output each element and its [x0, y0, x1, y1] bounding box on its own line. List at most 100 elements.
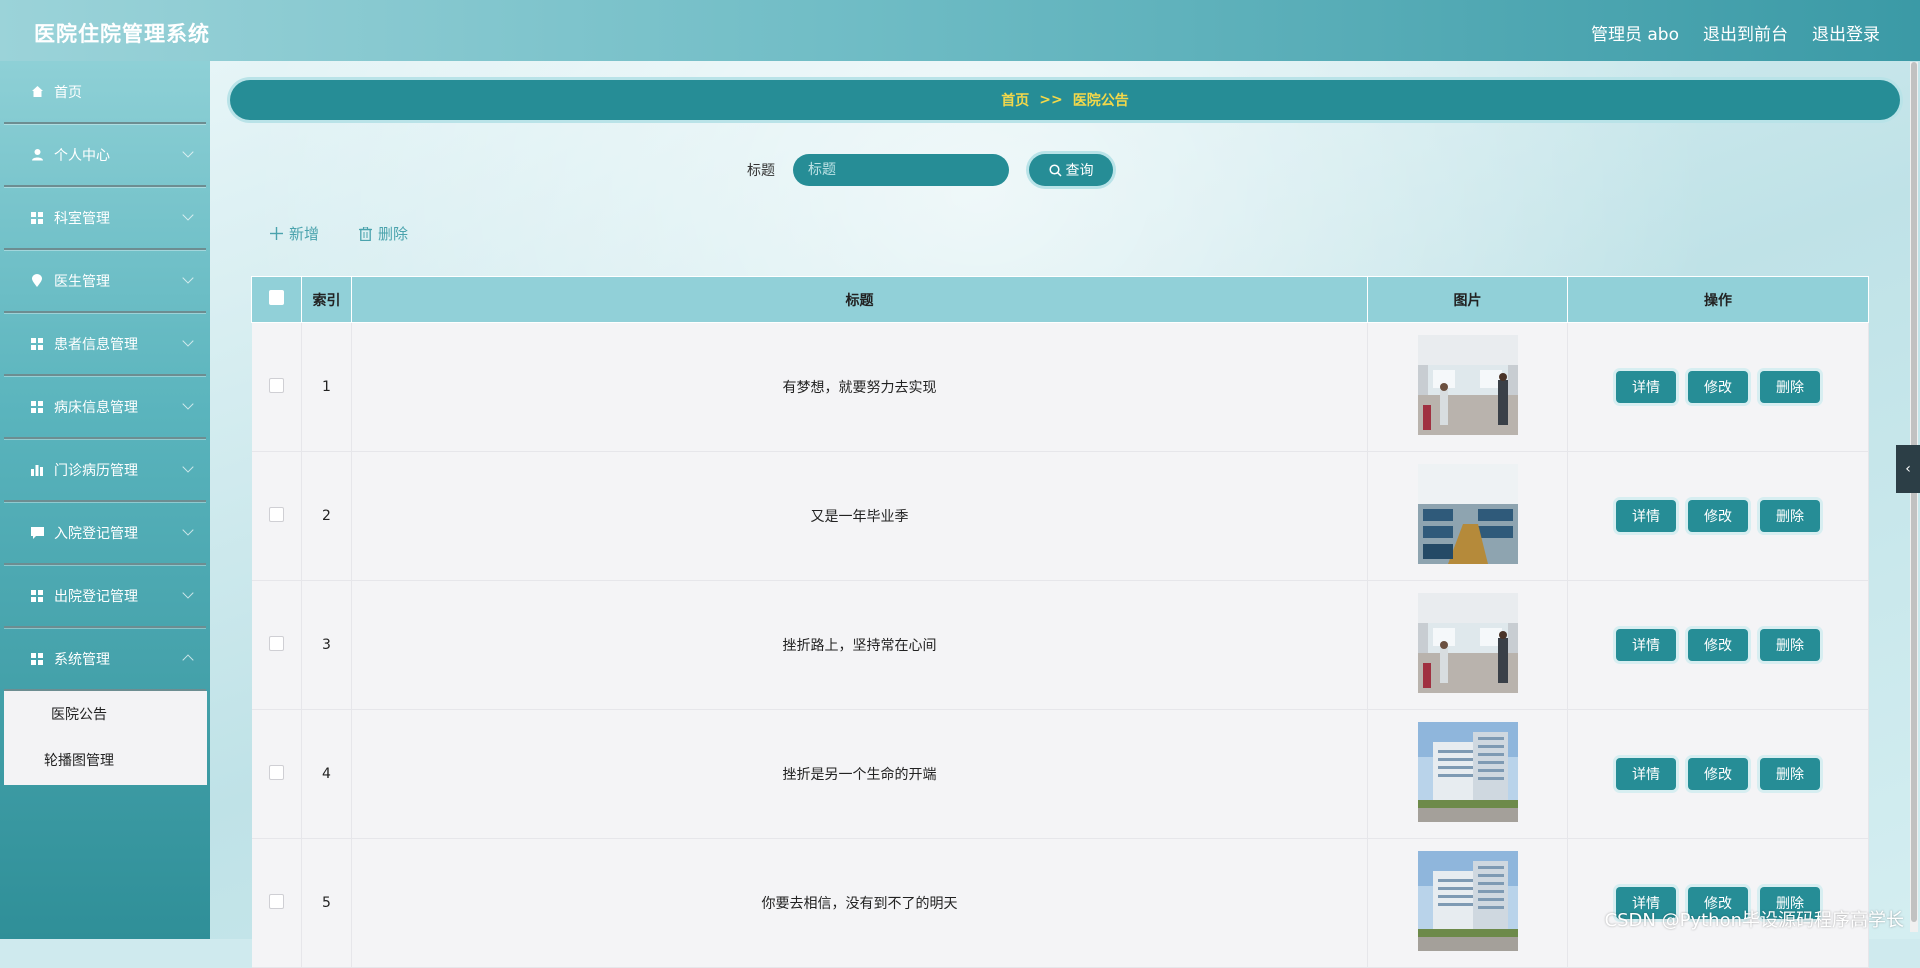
row-thumbnail-image[interactable]	[1369, 722, 1566, 826]
column-header-index[interactable]: 索引	[301, 276, 352, 323]
query-button-label: 查询	[1065, 162, 1094, 178]
edit-button[interactable]: 修改	[1688, 629, 1748, 661]
grid-icon	[30, 337, 44, 351]
delete-button[interactable]: 删除	[1760, 758, 1820, 790]
row-title: 挫折是另一个生命的开端	[351, 709, 1368, 839]
sidebar-item-bed[interactable]: 病床信息管理	[4, 376, 206, 439]
main-content: 首页 >> 医院公告 标题 查询 新增 删除 索引 标题 图片 操作	[210, 61, 1920, 968]
row-checkbox[interactable]	[268, 764, 284, 780]
row-index: 5	[301, 838, 352, 968]
home-icon	[30, 85, 44, 99]
delete-button[interactable]: 删除	[1760, 629, 1820, 661]
sidebar-item-admission[interactable]: 入院登记管理	[4, 502, 206, 565]
edit-button[interactable]: 修改	[1688, 371, 1748, 403]
search-bar: 标题 查询	[210, 154, 1650, 186]
detail-button[interactable]: 详情	[1616, 500, 1676, 532]
table-row: 3 挫折路上，坚持常在心间 详情 修改 删除	[251, 580, 1869, 710]
row-thumbnail-image[interactable]	[1369, 851, 1566, 955]
grid-icon	[30, 589, 44, 603]
detail-button[interactable]: 详情	[1616, 758, 1676, 790]
row-image-cell	[1367, 580, 1568, 710]
edit-button[interactable]: 修改	[1688, 758, 1748, 790]
logout-link[interactable]: 退出登录	[1812, 20, 1880, 45]
row-select-cell	[251, 322, 302, 452]
delete-button[interactable]: 删除	[1760, 371, 1820, 403]
sidebar-item-label: 门诊病历管理	[54, 462, 138, 479]
table-row: 5 你要去相信，没有到不了的明天 详情 修改 删除	[251, 838, 1869, 968]
app-title: 医院住院管理系统	[34, 22, 210, 46]
sidebar-item-personal-center[interactable]: 个人中心	[4, 124, 206, 187]
chevron-down-icon	[182, 461, 194, 473]
vertical-scrollbar[interactable]	[1910, 62, 1918, 932]
trash-icon	[359, 226, 373, 241]
breadcrumb-separator: >>	[1039, 92, 1063, 108]
table-row: 1 有梦想，就要努力去实现 详情 修改 删除	[251, 322, 1869, 452]
row-index: 1	[301, 322, 352, 452]
user-icon	[30, 148, 44, 162]
batch-delete-button[interactable]: 删除	[359, 223, 408, 244]
row-title: 挫折路上，坚持常在心间	[351, 580, 1368, 710]
detail-button[interactable]: 详情	[1616, 629, 1676, 661]
column-header-title[interactable]: 标题	[351, 276, 1368, 323]
sidebar-item-home[interactable]: 首页	[4, 61, 206, 124]
add-button[interactable]: 新增	[270, 223, 319, 244]
column-header-image: 图片	[1367, 276, 1568, 323]
row-title: 又是一年毕业季	[351, 451, 1368, 581]
chevron-down-icon	[182, 272, 194, 284]
row-checkbox[interactable]	[268, 377, 284, 393]
row-thumbnail-image[interactable]	[1369, 335, 1566, 439]
row-checkbox[interactable]	[268, 893, 284, 909]
row-actions: 详情 修改 删除	[1567, 580, 1869, 710]
sidebar-item-outpatient-record[interactable]: 门诊病历管理	[4, 439, 206, 502]
query-button[interactable]: 查询	[1029, 154, 1113, 186]
sidebar-item-discharge[interactable]: 出院登记管理	[4, 565, 206, 628]
chevron-down-icon	[182, 335, 194, 347]
select-all-checkbox[interactable]	[269, 290, 284, 305]
row-select-cell	[251, 451, 302, 581]
title-search-input[interactable]	[793, 154, 1009, 186]
search-icon	[1048, 163, 1062, 177]
sidebar-item-department[interactable]: 科室管理	[4, 187, 206, 250]
submenu-item-notice[interactable]: 医院公告	[4, 691, 207, 737]
row-thumbnail-image[interactable]	[1369, 464, 1566, 568]
row-title: 有梦想，就要努力去实现	[351, 322, 1368, 452]
row-title: 你要去相信，没有到不了的明天	[351, 838, 1368, 968]
breadcrumb-home[interactable]: 首页	[1001, 90, 1029, 110]
row-index: 4	[301, 709, 352, 839]
sidebar-item-label: 首页	[54, 84, 82, 101]
table-body: 1 有梦想，就要努力去实现 详情 修改 删除 2 又是一年毕业季 详情 修改 删除 3 挫折路上，坚持…	[251, 322, 1869, 968]
sidebar-item-patient[interactable]: 患者信息管理	[4, 313, 206, 376]
top-header: 医院住院管理系统 管理员 abo 退出到前台 退出登录	[0, 0, 1920, 61]
sidebar-item-label: 出院登记管理	[54, 588, 138, 605]
sidebar-item-system[interactable]: 系统管理	[4, 628, 206, 691]
sidebar-item-label: 个人中心	[54, 147, 110, 164]
delete-button[interactable]: 删除	[1760, 500, 1820, 532]
submenu-item-carousel[interactable]: 轮播图管理	[4, 737, 207, 783]
chevron-down-icon	[182, 587, 194, 599]
row-image-cell	[1367, 838, 1568, 968]
table-row: 2 又是一年毕业季 详情 修改 删除	[251, 451, 1869, 581]
edit-button[interactable]: 修改	[1688, 500, 1748, 532]
notice-table: 索引 标题 图片 操作 1 有梦想，就要努力去实现 详情 修改 删除 2 又是一年毕业季 详情…	[251, 276, 1869, 968]
row-image-cell	[1367, 709, 1568, 839]
select-all-cell	[251, 276, 302, 323]
grid-icon	[30, 400, 44, 414]
detail-button[interactable]: 详情	[1616, 371, 1676, 403]
collapse-toggle-button[interactable]: ‹	[1896, 445, 1920, 493]
bar-chart-icon	[30, 463, 44, 477]
exit-to-front-link[interactable]: 退出到前台	[1703, 20, 1788, 45]
add-button-label: 新增	[289, 225, 320, 243]
pin-icon	[30, 274, 44, 288]
row-actions: 详情 修改 删除	[1567, 322, 1869, 452]
row-actions: 详情 修改 删除	[1567, 838, 1869, 968]
row-checkbox[interactable]	[268, 635, 284, 651]
row-select-cell	[251, 580, 302, 710]
row-thumbnail-image[interactable]	[1369, 593, 1566, 697]
chevron-down-icon	[182, 209, 194, 221]
row-checkbox[interactable]	[268, 506, 284, 522]
sidebar-item-doctor[interactable]: 医生管理	[4, 250, 206, 313]
sidebar-item-label: 医生管理	[54, 273, 110, 290]
row-index: 2	[301, 451, 352, 581]
chat-icon	[30, 526, 44, 540]
watermark: CSDN @Python毕设源码程序高学长	[1604, 910, 1904, 931]
